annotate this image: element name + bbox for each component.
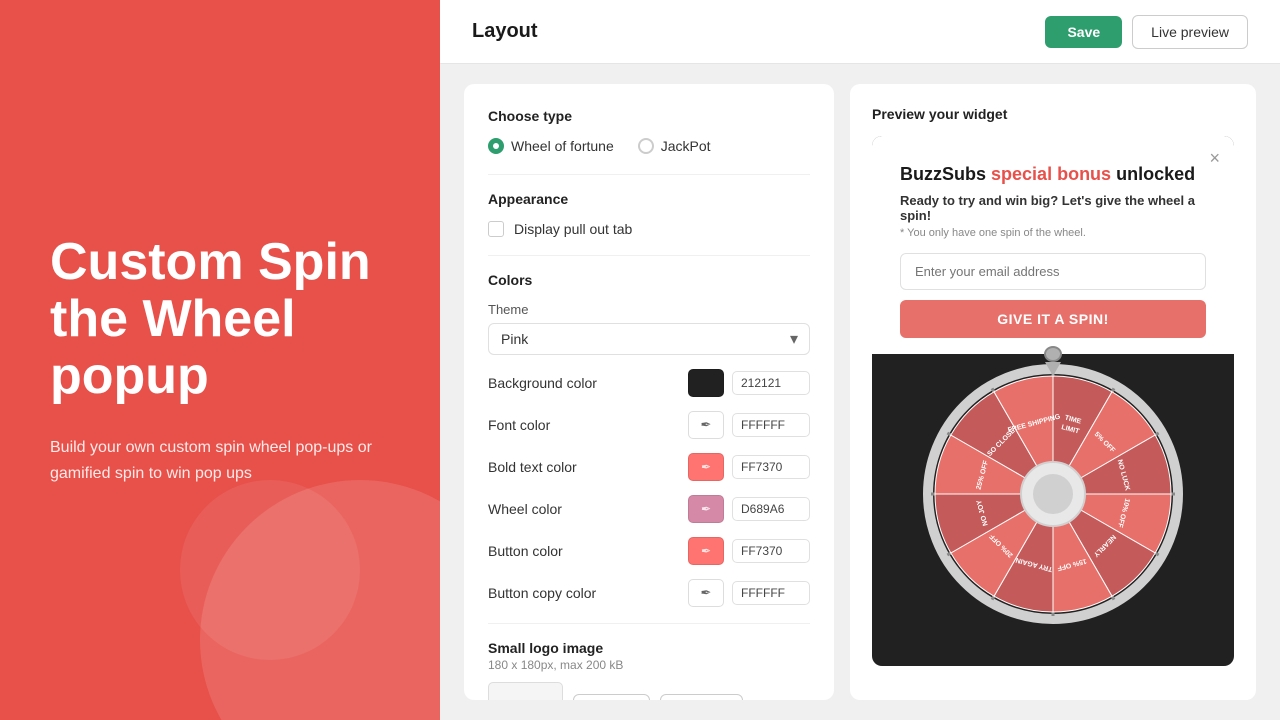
font-color-eyedropper[interactable]: ✒ [688, 411, 724, 439]
radio-wheel-of-fortune[interactable]: Wheel of fortune [488, 138, 614, 154]
divider-1 [488, 174, 810, 175]
font-color-hex[interactable] [732, 413, 810, 437]
background-color-hex[interactable] [732, 371, 810, 395]
save-button[interactable]: Save [1045, 16, 1122, 48]
widget-headline: BuzzSubs special bonus unlocked [900, 164, 1206, 185]
widget-close-button[interactable]: × [1209, 148, 1220, 169]
wheel-color-input-group: ✒ [688, 495, 810, 523]
right-panel: Layout Save Live preview Choose type Whe… [440, 0, 1280, 720]
top-bar: Layout Save Live preview [440, 0, 1280, 64]
page-title: Layout [472, 20, 538, 43]
wheel-pointer [1042, 346, 1064, 376]
eyedropper-icon-wheel: ✒ [701, 502, 711, 516]
left-description: Build your own custom spin wheel pop-ups… [50, 435, 390, 486]
radio-dot-wheel [488, 138, 504, 154]
background-color-input-group [688, 369, 810, 397]
appearance-heading: Appearance [488, 191, 810, 207]
widget-brand: BuzzSubs [900, 164, 986, 184]
left-title: Custom Spin the Wheel popup [50, 234, 390, 406]
logo-section: Small logo image 180 x 180px, max 200 kB… [488, 640, 810, 700]
theme-section: Theme Pink Red Blue Green Custom [488, 302, 810, 355]
wheel-color-label: Wheel color [488, 501, 562, 517]
widget-top: BuzzSubs special bonus unlocked Ready to… [872, 136, 1234, 354]
live-preview-button[interactable]: Live preview [1132, 15, 1248, 49]
button-color-hex[interactable] [732, 539, 810, 563]
radio-dot-jackpot [638, 138, 654, 154]
button-copy-color-row: Button copy color ✒ [488, 579, 810, 607]
font-color-row: Font color ✒ [488, 411, 810, 439]
pointer-triangle [1045, 362, 1061, 376]
radio-jackpot[interactable]: JackPot [638, 138, 711, 154]
font-color-label: Font color [488, 417, 550, 433]
wheel-color-row: Wheel color ✒ [488, 495, 810, 523]
button-copy-color-eyedropper[interactable]: ✒ [688, 579, 724, 607]
display-pull-tab-checkbox[interactable] [488, 221, 504, 237]
choose-type-row: Wheel of fortune JackPot [488, 138, 810, 154]
eyedropper-icon-bold: ✒ [701, 460, 711, 474]
top-bar-actions: Save Live preview [1045, 15, 1248, 49]
divider-3 [488, 623, 810, 624]
wheel-color-swatch[interactable]: ✒ [688, 495, 724, 523]
background-color-row: Background color [488, 369, 810, 397]
logo-title: Small logo image [488, 640, 810, 656]
widget-email-input[interactable] [900, 253, 1206, 290]
widget-headline-suffix: unlocked [1116, 164, 1195, 184]
widget-subtext: Ready to try and win big? Let's give the… [900, 193, 1206, 223]
wheel-svg: TIMELIMIT5% OFFNO LUCK10% OFFNEARLY15% O… [923, 364, 1183, 624]
background-color-label: Background color [488, 375, 597, 391]
button-color-label: Button color [488, 543, 563, 559]
theme-select[interactable]: Pink Red Blue Green Custom [488, 323, 810, 355]
wheel-color-hex[interactable] [732, 497, 810, 521]
theme-label: Theme [488, 302, 810, 317]
eyedropper-icon-button: ✒ [701, 544, 711, 558]
remove-button[interactable]: Remove [660, 694, 742, 700]
wheel-container: TIMELIMIT5% OFFNO LUCK10% OFFNEARLY15% O… [923, 364, 1183, 624]
button-copy-color-input-group: ✒ [688, 579, 810, 607]
widget-special-text: special bonus [991, 164, 1111, 184]
radio-label-jackpot: JackPot [661, 138, 711, 154]
background-color-swatch[interactable] [688, 369, 724, 397]
button-copy-color-hex[interactable] [732, 581, 810, 605]
theme-select-wrapper: Pink Red Blue Green Custom [488, 323, 810, 355]
browse-button[interactable]: Browse [573, 694, 650, 700]
bold-text-color-hex[interactable] [732, 455, 810, 479]
logo-placeholder: 180 x 180px [488, 682, 563, 700]
divider-2 [488, 255, 810, 256]
bold-text-color-swatch[interactable]: ✒ [688, 453, 724, 481]
button-color-input-group: ✒ [688, 537, 810, 565]
bold-text-color-row: Bold text color ✒ [488, 453, 810, 481]
radio-label-wheel: Wheel of fortune [511, 138, 614, 154]
widget-note: * You only have one spin of the wheel. [900, 227, 1206, 239]
bold-text-color-label: Bold text color [488, 459, 577, 475]
font-color-input-group: ✒ [688, 411, 810, 439]
display-pull-tab-label: Display pull out tab [514, 221, 632, 237]
preview-title: Preview your widget [872, 106, 1234, 122]
appearance-row: Display pull out tab [488, 221, 810, 237]
content-area: Choose type Wheel of fortune JackPot App… [440, 64, 1280, 720]
settings-panel: Choose type Wheel of fortune JackPot App… [464, 84, 834, 700]
logo-subtitle: 180 x 180px, max 200 kB [488, 658, 810, 672]
pointer-circle [1044, 346, 1062, 362]
wheel-area: TIMELIMIT5% OFFNO LUCK10% OFFNEARLY15% O… [872, 354, 1234, 624]
button-color-row: Button color ✒ [488, 537, 810, 565]
choose-type-heading: Choose type [488, 108, 810, 124]
widget-spin-button[interactable]: GIVE IT A SPIN! [900, 300, 1206, 338]
preview-panel: Preview your widget × BuzzSubs special b… [850, 84, 1256, 700]
widget-preview: × BuzzSubs special bonus unlocked Ready … [872, 136, 1234, 666]
eyedropper-icon-copy: ✒ [701, 585, 712, 601]
eyedropper-icon: ✒ [701, 417, 712, 433]
button-color-swatch[interactable]: ✒ [688, 537, 724, 565]
bold-text-color-input-group: ✒ [688, 453, 810, 481]
colors-heading: Colors [488, 272, 810, 288]
button-copy-color-label: Button copy color [488, 585, 596, 601]
left-panel: Custom Spin the Wheel popup Build your o… [0, 0, 440, 720]
logo-upload-row: 180 x 180px Browse Remove [488, 682, 810, 700]
